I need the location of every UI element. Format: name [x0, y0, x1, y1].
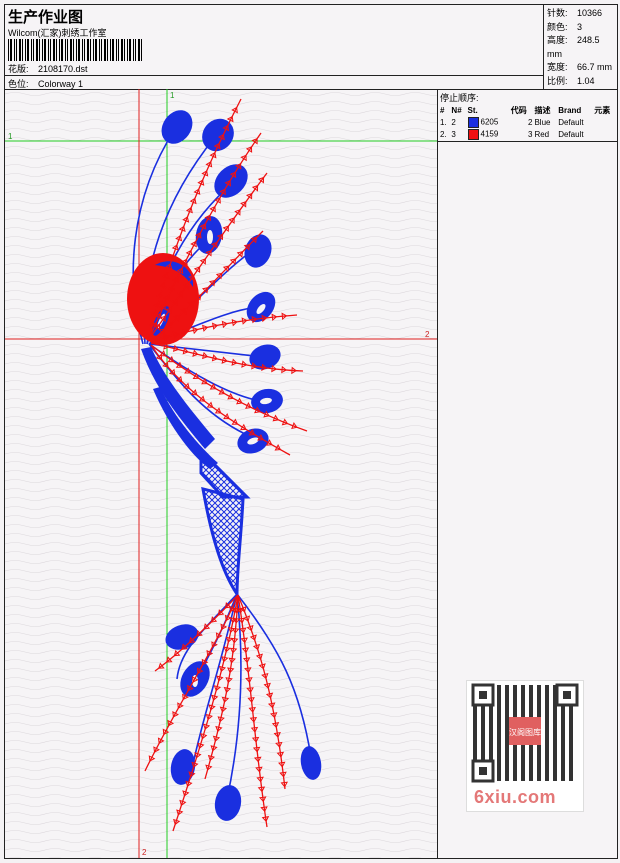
- design-canvas: 1 1 2 2: [5, 89, 437, 858]
- color-swatch-blue: [467, 116, 479, 128]
- stat-scale: 比例: 1.04: [547, 75, 595, 86]
- stop-sequence-title: 停止顺序:: [440, 93, 479, 103]
- stats-box: 针数: 10366 颜色: 3 高度: 248.5 mm 宽度: 66.7 mm 比例:…: [543, 5, 617, 89]
- header: 生产作业图 Wilcom(汇家)刺绣工作室 花版: 2108170.dst 色位:…: [5, 5, 617, 90]
- design-label: 花版:: [8, 64, 29, 74]
- axis-label-v1: 1: [170, 91, 175, 100]
- watermark: 6xiu.com: [474, 787, 557, 807]
- stat-height: 高度: 248.5 mm: [547, 35, 600, 59]
- axis-label-v2: 2: [142, 848, 147, 857]
- table-row: 1. 2 6205 2 Blue Default: [440, 116, 584, 128]
- qr-badge-text: 汉阁图库: [509, 727, 541, 737]
- stat-colors: 颜色: 3: [547, 21, 583, 32]
- colorway-line: 色位: Colorway 1: [5, 75, 543, 90]
- colorway-name: Colorway 1: [38, 79, 84, 89]
- table-row: 2. 3 4159 3 Red Default: [440, 128, 584, 140]
- axis-label-h1: 1: [8, 132, 13, 141]
- stop-sequence-table: # N# St. 代码 描述 Brand 元素 1. 2 6205 2 Blue…: [439, 104, 617, 140]
- color-swatch-red: [467, 128, 479, 140]
- axis-label-h2: 2: [425, 330, 430, 339]
- table-header: # N# St. 代码 描述 Brand 元素: [440, 105, 611, 115]
- stat-width: 宽度: 66.7 mm: [547, 62, 613, 72]
- embroidery-preview: 1 1 2 2: [5, 89, 437, 858]
- studio-name: Wilcom(汇家)刺绣工作室: [8, 28, 107, 38]
- qr-pattern: 汉阁图库: [471, 683, 579, 783]
- barcode: [8, 39, 142, 61]
- page-title: 生产作业图: [8, 9, 84, 26]
- design-line: 花版: 2108170.dst: [8, 62, 88, 75]
- stat-stitches: 针数: 10366: [547, 8, 603, 18]
- design-file: 2108170.dst: [38, 64, 88, 74]
- panel-divider: [438, 141, 618, 142]
